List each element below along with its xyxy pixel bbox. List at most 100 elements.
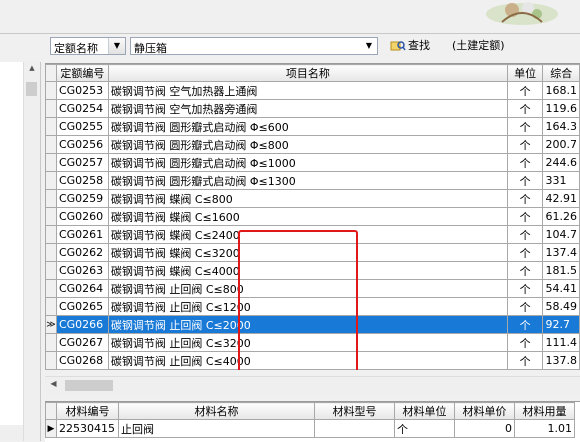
table-row[interactable]: CG0255 碳钢调节阀 圆形瓣式启动阀 Φ≤600 个 164.3 <box>45 117 580 136</box>
column-header-material-code[interactable]: 材料编号 <box>56 402 119 420</box>
code-cell[interactable]: CG0253 <box>55 81 109 100</box>
unit-cell[interactable]: 个 <box>506 333 544 352</box>
column-header-material-qty[interactable]: 材料用量 <box>514 402 575 420</box>
price-cell[interactable]: 54.41 <box>542 279 580 298</box>
name-cell[interactable]: 碳钢调节阀 圆形瓣式启动阀 Φ≤1000 <box>107 153 508 172</box>
search-input[interactable]: 静压箱 ▼ <box>130 37 378 55</box>
price-cell[interactable]: 61.26 <box>542 207 580 226</box>
code-cell[interactable]: CG0264 <box>55 279 109 298</box>
material-code-cell[interactable]: 22530415 <box>56 419 119 438</box>
column-header-unit[interactable]: 单位 <box>506 64 544 82</box>
code-cell[interactable]: CG0258 <box>55 171 109 190</box>
name-cell[interactable]: 碳钢调节阀 圆形瓣式启动阀 Φ≤800 <box>107 135 508 154</box>
quota-type-select[interactable]: 定额名称 ▼ <box>50 37 126 55</box>
unit-cell[interactable]: 个 <box>506 297 544 316</box>
scrollbar-thumb[interactable] <box>65 380 113 391</box>
chevron-down-icon[interactable]: ▼ <box>108 38 125 54</box>
price-cell[interactable]: 181.5 <box>542 261 580 280</box>
row-header-cell <box>45 135 57 154</box>
civil-quota-button[interactable]: (土建定额) <box>452 37 505 55</box>
price-cell[interactable]: 168.1 <box>542 81 580 100</box>
table-row[interactable]: CG0260 碳钢调节阀 蝶阀 C≤1600 个 61.26 <box>45 207 580 226</box>
price-cell[interactable]: 104.7 <box>542 225 580 244</box>
unit-cell[interactable]: 个 <box>506 279 544 298</box>
column-header-code[interactable]: 定额编号 <box>55 64 109 82</box>
table-row[interactable]: CG0258 碳钢调节阀 圆形瓣式启动阀 Φ≤1300 个 331 <box>45 171 580 190</box>
code-cell[interactable]: CG0261 <box>55 225 109 244</box>
material-price-cell[interactable]: 0 <box>454 419 515 438</box>
column-header-material-unit[interactable]: 材料单位 <box>394 402 455 420</box>
left-panel: ▲ <box>0 62 41 441</box>
column-header-price[interactable]: 综合 <box>542 64 580 82</box>
code-cell[interactable]: CG0262 <box>55 243 109 262</box>
material-name-cell[interactable]: 止回阀 <box>118 419 315 438</box>
name-cell[interactable]: 碳钢调节阀 空气加热器旁通阀 <box>107 99 508 118</box>
name-cell[interactable]: 碳钢调节阀 圆形瓣式启动阀 Φ≤600 <box>107 117 508 136</box>
code-cell[interactable]: CG0257 <box>55 153 109 172</box>
price-cell[interactable]: 244.6 <box>542 153 580 172</box>
code-cell[interactable]: CG0259 <box>55 189 109 208</box>
price-cell[interactable]: 137.4 <box>542 243 580 262</box>
search-toolbar: 定额名称 ▼ 静压箱 ▼ 查找 (土建定额) <box>0 34 580 60</box>
chevron-down-icon[interactable]: ▼ <box>361 38 377 54</box>
material-model-cell[interactable] <box>314 419 395 438</box>
price-cell[interactable]: 111.4 <box>542 333 580 352</box>
code-cell[interactable]: CG0268 <box>55 351 109 370</box>
unit-cell[interactable]: 个 <box>506 261 544 280</box>
table-row[interactable]: CG0259 碳钢调节阀 蝶阀 C≤800 个 42.91 <box>45 189 580 208</box>
material-qty-cell[interactable]: 1.01 <box>514 419 575 438</box>
row-header-cell <box>45 225 57 244</box>
row-header-cell <box>45 153 57 172</box>
unit-cell[interactable]: 个 <box>506 81 544 100</box>
price-cell[interactable]: 137.8 <box>542 351 580 370</box>
table-row[interactable]: CG0254 碳钢调节阀 空气加热器旁通阀个 119.6 <box>45 99 580 118</box>
price-cell[interactable]: 58.49 <box>542 297 580 316</box>
table-row[interactable]: CG0257 碳钢调节阀 圆形瓣式启动阀 Φ≤1000 个 244.6 <box>45 153 580 172</box>
column-header-material-price[interactable]: 材料单价 <box>454 402 515 420</box>
column-header-name[interactable]: 项目名称 <box>107 64 508 82</box>
scroll-up-arrow-icon[interactable]: ▲ <box>24 64 40 72</box>
scroll-left-arrow-icon[interactable]: ◀ <box>47 379 60 388</box>
unit-cell[interactable]: 个 <box>506 153 544 172</box>
unit-cell[interactable]: 个 <box>506 315 544 334</box>
unit-cell[interactable]: 个 <box>506 171 544 190</box>
code-cell[interactable]: CG0266 <box>55 315 109 334</box>
price-cell[interactable]: 92.7 <box>542 315 580 334</box>
name-cell[interactable]: 碳钢调节阀 蝶阀 C≤800 <box>107 189 508 208</box>
code-cell[interactable]: CG0267 <box>55 333 109 352</box>
table-row[interactable]: CG0256 碳钢调节阀 圆形瓣式启动阀 Φ≤800 个 200.7 <box>45 135 580 154</box>
name-cell[interactable]: 碳钢调节阀 空气加热器上通阀 <box>107 81 508 100</box>
unit-cell[interactable]: 个 <box>506 207 544 226</box>
table-row[interactable]: CG0253 碳钢调节阀 空气加热器上通阀个 168.1 <box>45 81 580 100</box>
find-button[interactable]: 查找 <box>390 37 430 55</box>
table-horizontal-scrollbar[interactable]: ◀ <box>45 376 580 394</box>
price-cell[interactable]: 42.91 <box>542 189 580 208</box>
code-cell[interactable]: CG0260 <box>55 207 109 226</box>
unit-cell[interactable]: 个 <box>506 225 544 244</box>
column-header-material-name[interactable]: 材料名称 <box>118 402 315 420</box>
code-cell[interactable]: CG0254 <box>55 99 109 118</box>
left-vertical-scrollbar[interactable]: ▲ <box>23 62 40 441</box>
code-cell[interactable]: CG0255 <box>55 117 109 136</box>
materials-row[interactable]: ▶ 22530415 止回阀 个 0 1.01 <box>45 419 575 438</box>
scrollbar-thumb[interactable] <box>26 82 37 96</box>
column-header-material-model[interactable]: 材料型号 <box>314 402 395 420</box>
price-cell[interactable]: 164.3 <box>542 117 580 136</box>
unit-cell[interactable]: 个 <box>506 351 544 370</box>
price-cell[interactable]: 331 <box>542 171 580 190</box>
unit-cell[interactable]: 个 <box>506 135 544 154</box>
left-horizontal-scrollbar[interactable] <box>0 425 23 441</box>
code-cell[interactable]: CG0256 <box>55 135 109 154</box>
code-cell[interactable]: CG0265 <box>55 297 109 316</box>
row-header-cell <box>45 99 57 118</box>
unit-cell[interactable]: 个 <box>506 99 544 118</box>
unit-cell[interactable]: 个 <box>506 117 544 136</box>
unit-cell[interactable]: 个 <box>506 189 544 208</box>
code-cell[interactable]: CG0263 <box>55 261 109 280</box>
price-cell[interactable]: 119.6 <box>542 99 580 118</box>
name-cell[interactable]: 碳钢调节阀 圆形瓣式启动阀 Φ≤1300 <box>107 171 508 190</box>
name-cell[interactable]: 碳钢调节阀 蝶阀 C≤1600 <box>107 207 508 226</box>
price-cell[interactable]: 200.7 <box>542 135 580 154</box>
material-unit-cell[interactable]: 个 <box>394 419 455 438</box>
unit-cell[interactable]: 个 <box>506 243 544 262</box>
